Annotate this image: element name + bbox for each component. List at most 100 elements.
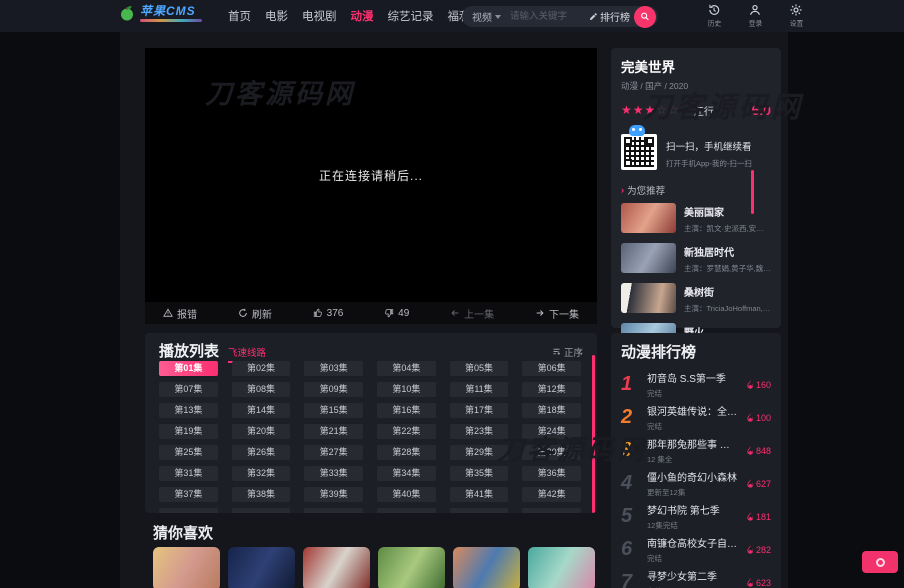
episode-button[interactable]: 第09集 bbox=[304, 382, 363, 397]
episode-button[interactable]: 第16集 bbox=[377, 403, 436, 418]
ranking-item[interactable]: 5梦幻书院 第七季12集完结181 bbox=[621, 500, 771, 533]
guess-thumbnail[interactable] bbox=[303, 547, 370, 588]
ranking-item[interactable]: 1初音岛 S.S第一季完结160 bbox=[621, 368, 771, 401]
episode-button[interactable]: 第05集 bbox=[450, 361, 509, 376]
recommend-item-title: 新独居时代 bbox=[684, 244, 771, 259]
search-category-select[interactable]: 视频 bbox=[472, 9, 501, 24]
site-logo[interactable]: 苹果CMS bbox=[118, 4, 202, 22]
video-area[interactable]: 正在连接请稍后... bbox=[145, 48, 597, 302]
nav-item-首页[interactable]: 首页 bbox=[228, 8, 251, 24]
episode-button[interactable]: 第13集 bbox=[159, 403, 218, 418]
episode-button[interactable]: 第02集 bbox=[232, 361, 291, 376]
nav-item-动漫[interactable]: 动漫 bbox=[351, 8, 374, 24]
episode-button[interactable]: 第10集 bbox=[377, 382, 436, 397]
episode-button[interactable]: 第19集 bbox=[159, 424, 218, 439]
history-button[interactable]: 历史 bbox=[700, 3, 728, 29]
episode-button[interactable]: 第03集 bbox=[304, 361, 363, 376]
episode-button[interactable]: 第38集 bbox=[232, 487, 291, 502]
episode-button[interactable]: 第34集 bbox=[377, 466, 436, 481]
nav-actions: 历史登录设置 bbox=[700, 3, 810, 29]
refresh-icon bbox=[238, 308, 248, 318]
qr-code bbox=[621, 134, 657, 170]
episode-button[interactable]: 第35集 bbox=[450, 466, 509, 481]
login-button[interactable]: 登录 bbox=[741, 3, 769, 29]
episode-button[interactable]: 第15集 bbox=[304, 403, 363, 418]
video-player[interactable]: 正在连接请稍后... 报错 刷新 376 bbox=[145, 48, 597, 324]
episode-button[interactable]: 第01集 bbox=[159, 361, 218, 376]
ranking-item[interactable]: 3那年那兔那些事 第二…12 集全848 bbox=[621, 434, 771, 467]
search-input[interactable] bbox=[508, 10, 589, 23]
search-button[interactable] bbox=[634, 6, 656, 28]
prev-episode-button[interactable]: 上一集 bbox=[450, 306, 494, 321]
nav-item-综艺记录[interactable]: 综艺记录 bbox=[388, 8, 434, 24]
dislike-button[interactable]: 49 bbox=[384, 308, 409, 319]
episode-button[interactable]: 第04集 bbox=[377, 361, 436, 376]
episode-button[interactable]: 第17集 bbox=[450, 403, 509, 418]
refresh-button[interactable]: 刷新 bbox=[238, 306, 272, 321]
episode-button[interactable]: 第14集 bbox=[232, 403, 291, 418]
sort-order-button[interactable]: 正序 bbox=[552, 345, 583, 359]
episode-button[interactable]: 第32集 bbox=[232, 466, 291, 481]
like-button[interactable]: 376 bbox=[313, 308, 344, 319]
guess-thumbnail[interactable] bbox=[228, 547, 295, 588]
episode-button[interactable]: 第06集 bbox=[522, 361, 581, 376]
settings-button[interactable]: 设置 bbox=[782, 3, 810, 29]
guess-thumbnail[interactable] bbox=[153, 547, 220, 588]
nav-item-电视剧[interactable]: 电视剧 bbox=[302, 8, 337, 24]
warning-icon bbox=[163, 308, 173, 318]
episode-button[interactable]: 第21集 bbox=[304, 424, 363, 439]
report-error-button[interactable]: 报错 bbox=[163, 306, 197, 321]
logo-title: 苹果CMS bbox=[140, 5, 202, 17]
recommend-item[interactable]: 美丽国家主演：凯文·史派西,安妮特… bbox=[621, 203, 771, 234]
ranking-item[interactable]: 6南镰仓高校女子自行…完结282 bbox=[621, 533, 771, 566]
episode-button[interactable]: 第37集 bbox=[159, 487, 218, 502]
episode-button[interactable]: 第22集 bbox=[377, 424, 436, 439]
episode-button[interactable]: 第31集 bbox=[159, 466, 218, 481]
rating-text: 还行 bbox=[694, 103, 714, 118]
ranking-item[interactable]: 2银河英雄传说：全新…完结100 bbox=[621, 401, 771, 434]
recommend-item[interactable]: 新独居时代主演：罗慧娟,黄子华,魏骏… bbox=[621, 243, 771, 274]
episode-button[interactable]: 第40集 bbox=[377, 487, 436, 502]
guess-thumbnail[interactable] bbox=[378, 547, 445, 588]
ranking-item[interactable]: 4僵小鱼的奇幻小森林更新至12集627 bbox=[621, 467, 771, 500]
flame-icon bbox=[747, 479, 754, 488]
recommend-item-cast: 主演：罗慧娟,黄子华,魏骏… bbox=[684, 263, 771, 274]
star-icon: ★ bbox=[633, 103, 645, 117]
ranking-item[interactable]: 7寻梦少女第二季完结623 bbox=[621, 566, 771, 588]
episode-button[interactable]: 第30集 bbox=[522, 445, 581, 460]
episode-button[interactable]: 第24集 bbox=[522, 424, 581, 439]
nav-item-电影[interactable]: 电影 bbox=[265, 8, 288, 24]
next-episode-button[interactable]: 下一集 bbox=[535, 306, 579, 321]
episode-stub bbox=[304, 508, 363, 513]
episode-button[interactable]: 第29集 bbox=[450, 445, 509, 460]
ranking-number: 6 bbox=[621, 538, 647, 561]
episode-button[interactable]: 第27集 bbox=[304, 445, 363, 460]
guess-thumbnail[interactable] bbox=[453, 547, 520, 588]
episode-button[interactable]: 第41集 bbox=[450, 487, 509, 502]
episode-button[interactable]: 第25集 bbox=[159, 445, 218, 460]
episode-button[interactable]: 第36集 bbox=[522, 466, 581, 481]
episode-button[interactable]: 第28集 bbox=[377, 445, 436, 460]
episode-button[interactable]: 第26集 bbox=[232, 445, 291, 460]
episode-button[interactable]: 第23集 bbox=[450, 424, 509, 439]
playlist-scrollbar[interactable] bbox=[592, 355, 595, 513]
recommend-item[interactable]: 桑树街主演：TriciaJoHoffman,Ba… bbox=[621, 283, 771, 314]
floating-action-button[interactable] bbox=[862, 551, 898, 573]
episode-button[interactable]: 第12集 bbox=[522, 382, 581, 397]
episode-button[interactable]: 第07集 bbox=[159, 382, 218, 397]
episode-stub bbox=[522, 508, 581, 513]
episode-button[interactable]: 第08集 bbox=[232, 382, 291, 397]
guess-thumbnail[interactable] bbox=[528, 547, 595, 588]
like-count: 376 bbox=[327, 308, 344, 319]
episode-button[interactable]: 第11集 bbox=[450, 382, 509, 397]
episode-button[interactable]: 第39集 bbox=[304, 487, 363, 502]
episode-button[interactable]: 第20集 bbox=[232, 424, 291, 439]
episode-button[interactable]: 第33集 bbox=[304, 466, 363, 481]
recommend-item-cast: 主演：TriciaJoHoffman,Ba… bbox=[684, 303, 771, 314]
episode-button[interactable]: 第18集 bbox=[522, 403, 581, 418]
episode-button[interactable]: 第42集 bbox=[522, 487, 581, 502]
settings-label: 设置 bbox=[789, 19, 803, 29]
star-rating[interactable]: ★★★☆☆ bbox=[621, 103, 680, 117]
recommend-scrollbar[interactable] bbox=[751, 170, 754, 214]
search-rank-link[interactable]: 排行榜 bbox=[589, 9, 630, 24]
